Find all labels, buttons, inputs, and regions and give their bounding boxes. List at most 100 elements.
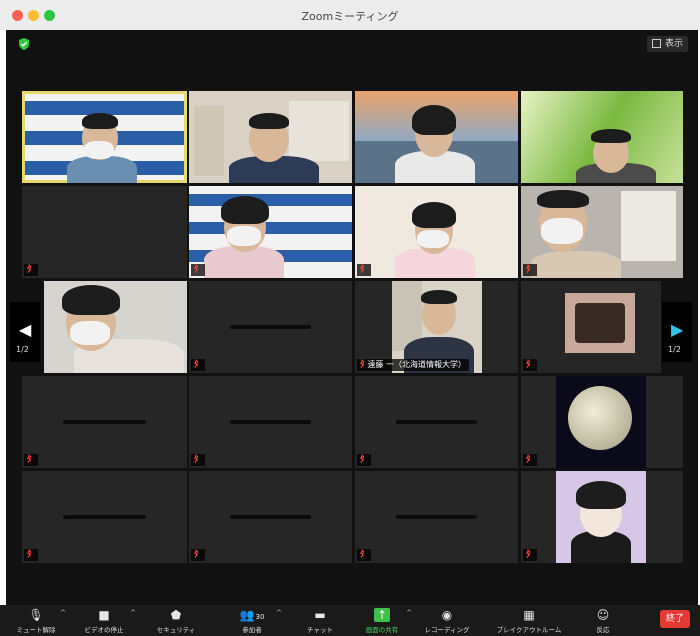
video-tile-off[interactable]: ﾀ [22,186,187,278]
share-screen-button[interactable]: ↑ 画面の共有 ^ [358,605,412,636]
video-tile-off[interactable]: ﾀ [355,376,518,468]
chat-icon: ▬ [314,608,326,622]
prev-page-button[interactable]: ◀ 1/2 [10,302,40,362]
mic-muted-icon: ﾀ [526,265,531,275]
video-tile-highlighted[interactable]: ﾀ遠藤 一（北海道情報大学） [355,281,518,373]
video-tile[interactable] [521,91,683,183]
video-tile[interactable]: ﾀ [355,186,518,278]
video-tile-off[interactable]: ﾀ [22,471,187,563]
window-title: Zoomミーティング [301,10,399,23]
name-tag: ﾀ [357,264,371,276]
video-tile-off[interactable]: ﾀ [189,471,352,563]
breakout-rooms-label: ブレイクアウトルーム [496,626,562,634]
name-placeholder [395,515,478,520]
mic-muted-icon: ﾀ [194,550,199,560]
mic-muted-icon: ﾀ [194,360,199,370]
name-placeholder [395,420,478,425]
video-tile[interactable] [355,91,518,183]
mic-off-icon: 🎙 [28,608,44,622]
name-placeholder [229,420,312,425]
name-tag: ﾀ [357,549,371,561]
reaction-emoji-icon: ☺ [596,608,610,622]
chevron-up-icon[interactable]: ^ [406,609,412,617]
name-tag: ﾀ [24,264,38,276]
mic-muted-icon: ﾀ [526,455,531,465]
video-tile-off[interactable]: ﾀ [189,281,352,373]
chat-button[interactable]: ▬ チャット [298,605,342,636]
record-label: レコーディング [424,626,470,634]
video-tile-highlighted[interactable]: ﾀ [521,471,683,563]
name-tag: ﾀ [523,454,537,466]
mic-muted-icon: ﾀ [27,455,32,465]
video-tile[interactable] [44,281,187,373]
mic-muted-icon: ﾀ [526,550,531,560]
share-screen-icon: ↑ [374,608,390,622]
security-label: セキュリティ [156,626,196,634]
chevron-up-icon[interactable]: ^ [276,609,282,617]
video-tile[interactable] [189,91,352,183]
video-camera-icon: ■ [98,608,110,622]
meeting-toolbar: 🎙 ミュート解除 ^ ■ ビデオの停止 ^ ⬟ セキュリティ 👥30 参加者 ^… [0,605,700,636]
name-tag: ﾀ [24,454,38,466]
name-tag: ﾀ [523,549,537,561]
reactions-label: 反応 [596,626,610,634]
name-tag: ﾀ [191,549,205,561]
page-indicator-left: 1/2 [16,345,29,354]
record-icon: ◉ [441,608,453,622]
view-button[interactable]: 表示 [646,36,688,52]
mic-muted-icon: ﾀ [27,265,32,275]
reactions-button[interactable]: ☺ 反応 [588,605,618,636]
mic-muted-icon: ﾀ [526,360,531,370]
chat-label: チャット [307,626,333,634]
video-tile-off[interactable]: ﾀ [355,471,518,563]
breakout-rooms-button[interactable]: ▦ ブレイクアウトルーム [488,605,570,636]
grid-icon: ▦ [523,608,535,622]
video-tile-highlighted[interactable]: ﾀ [521,376,683,468]
mic-muted-icon: ﾀ [194,455,199,465]
name-placeholder [63,420,146,425]
chevron-up-icon[interactable]: ^ [130,609,136,617]
record-button[interactable]: ◉ レコーディング [420,605,474,636]
name-tag: ﾀ遠藤 一（北海道情報大学） [357,359,470,371]
stop-video-label: ビデオの停止 [84,626,124,634]
name-tag: ﾀ [191,264,205,276]
security-button[interactable]: ⬟ セキュリティ [150,605,202,636]
name-tag: ﾀ [523,359,537,371]
page-indicator-right: 1/2 [668,345,681,354]
video-tile-off[interactable]: ﾀ [189,376,352,468]
video-tile[interactable]: ﾀ [189,186,352,278]
video-tile[interactable] [22,91,187,183]
unmute-label: ミュート解除 [16,626,56,634]
name-tag: ﾀ [357,454,371,466]
end-meeting-button[interactable]: 終了 [660,610,690,628]
mic-muted-icon: ﾀ [27,550,32,560]
video-tile[interactable]: ﾀ [521,186,683,278]
chevron-up-icon[interactable]: ^ [60,609,66,617]
mic-muted-icon: ﾀ [360,265,365,275]
participants-icon: 👥30 [239,608,265,622]
name-placeholder [229,515,312,520]
shield-icon[interactable] [18,38,30,50]
stop-video-button[interactable]: ■ ビデオの停止 ^ [78,605,137,636]
participants-count: 30 [255,613,265,621]
shield-icon: ⬟ [170,608,182,622]
mic-muted-icon: ﾀ [194,265,199,275]
name-tag: ﾀ [24,549,38,561]
zoom-window: Zoomミーティング 表示 ﾀ ﾀ ﾀ ﾀ ﾀ ﾀ 遠藤 一（北海道情報大学） … [0,0,700,636]
grid-icon [651,39,661,48]
title-bar: Zoomミーティング [0,0,700,30]
chevron-right-icon: ▶ [671,320,684,339]
mic-muted-icon: ﾀ [360,360,365,370]
participants-label: 参加者 [242,626,262,634]
next-page-button[interactable]: ▶ 1/2 [662,302,692,362]
video-tile-off[interactable]: ﾀ [22,376,187,468]
name-placeholder [63,515,146,520]
participants-button[interactable]: 👥30 参加者 ^ [228,605,282,636]
chevron-left-icon: ◀ [19,320,32,339]
name-tag: ﾀ [523,264,537,276]
participant-name: 遠藤 一（北海道情報大学） [367,360,467,369]
video-tile-highlighted[interactable]: ﾀ [521,281,661,373]
view-label: 表示 [664,39,683,49]
unmute-button[interactable]: 🎙 ミュート解除 ^ [12,605,67,636]
name-tag: ﾀ [191,454,205,466]
